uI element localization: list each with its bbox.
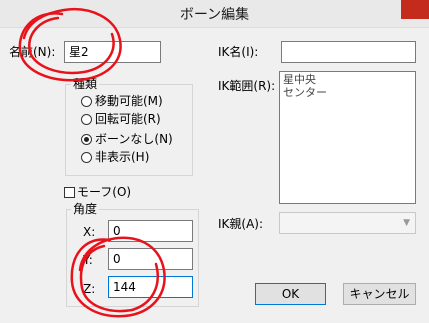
radio-rotatable[interactable]: 回転可能(R) — [81, 111, 161, 127]
list-item[interactable]: センター — [283, 86, 412, 99]
title-bar[interactable]: ボーン編集 — [0, 0, 429, 28]
x-label: X: — [83, 225, 96, 239]
angle-group-title: 角度 — [71, 201, 100, 217]
angle-x-input[interactable]: 0 — [108, 220, 193, 242]
radio-hidden-label: 非表示(H) — [95, 150, 150, 164]
ik-name-input[interactable] — [281, 41, 416, 63]
ik-parent-label: IK親(A): — [218, 217, 264, 231]
radio-hidden-circle[interactable] — [81, 151, 92, 163]
cancel-button[interactable]: キャンセル — [343, 283, 416, 305]
ik-parent-select[interactable]: ▼ — [279, 212, 416, 234]
radio-movable[interactable]: 移動可能(M) — [81, 93, 163, 109]
morph-checkbox-label: モーフ(O) — [77, 185, 132, 199]
radio-no-bone[interactable]: ボーンなし(N) — [81, 131, 173, 147]
z-label: Z: — [83, 282, 96, 296]
radio-hidden[interactable]: 非表示(H) — [81, 149, 149, 165]
radio-no-bone-label: ボーンなし(N) — [95, 132, 173, 146]
radio-rotatable-label: 回転可能(R) — [95, 112, 161, 126]
dialog-title: ボーン編集 — [179, 7, 250, 23]
y-label: Y: — [83, 253, 93, 267]
bone-edit-dialog: ボーン編集 名前(N): 星2 IK名(I): 種類 移動可能(M) 回転可能(… — [0, 0, 429, 323]
radio-no-bone-circle[interactable] — [81, 133, 92, 145]
list-item[interactable]: 星中央 — [283, 73, 412, 86]
chevron-down-icon[interactable]: ▼ — [403, 218, 410, 228]
kind-group-title: 種類 — [71, 76, 100, 92]
ik-range-label: IK範囲(R): — [218, 79, 276, 93]
name-input[interactable]: 星2 — [64, 41, 161, 63]
angle-z-input[interactable]: 144 — [108, 276, 193, 298]
morph-checkbox-box[interactable] — [64, 186, 75, 198]
angle-y-input[interactable]: 0 — [108, 248, 193, 270]
radio-movable-circle[interactable] — [81, 95, 92, 107]
morph-checkbox[interactable]: モーフ(O) — [64, 184, 131, 200]
radio-rotatable-circle[interactable] — [81, 113, 92, 125]
ik-range-list[interactable]: 星中央 センター — [279, 71, 416, 204]
ik-name-label: IK名(I): — [218, 45, 259, 59]
close-icon[interactable] — [401, 0, 429, 19]
ok-button[interactable]: OK — [255, 283, 326, 305]
name-label: 名前(N): — [9, 45, 56, 59]
radio-movable-label: 移動可能(M) — [95, 94, 163, 108]
